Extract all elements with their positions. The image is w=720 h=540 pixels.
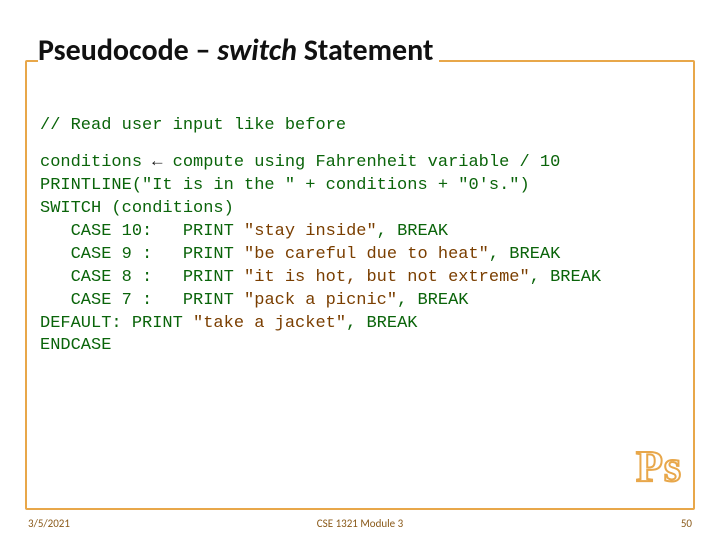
ps-badge: Ps [636,441,682,492]
footer: 3/5/2021 CSE 1321 Module 3 50 [0,517,720,530]
code-case-10: CASE 10: PRINT "stay inside", BREAK [40,221,684,244]
code-assign: conditions ← compute using Fahrenheit va… [40,152,684,175]
code-printline: PRINTLINE("It is in the " + conditions +… [40,175,684,198]
case-9-head: CASE 9 : PRINT [40,245,244,264]
case-8-head: CASE 8 : PRINT [40,268,244,287]
slide-title: Pseudocode – switch Statement [38,32,439,69]
code-endcase: ENDCASE [40,335,684,358]
case-7-head: CASE 7 : PRINT [40,291,244,310]
code-case-8: CASE 8 : PRINT "it is hot, but not extre… [40,267,684,290]
default-str: "take a jacket" [193,314,346,333]
case-10-tail: , BREAK [377,222,448,241]
assign-var: conditions [40,153,152,172]
code-comment: // Read user input like before [40,115,684,138]
title-pre: Pseudocode – [38,32,217,69]
slide: Pseudocode – switch Statement // Read us… [0,0,720,540]
default-head: DEFAULT: PRINT [40,314,193,333]
footer-page: 50 [681,517,692,530]
case-7-tail: , BREAK [397,291,468,310]
case-10-str: "stay inside" [244,222,377,241]
left-arrow-icon: ← [152,153,162,172]
case-10-head: CASE 10: PRINT [40,222,244,241]
title-italic: switch [217,32,297,69]
code-default: DEFAULT: PRINT "take a jacket", BREAK [40,313,684,336]
case-9-tail: , BREAK [489,245,560,264]
footer-date: 3/5/2021 [28,517,70,530]
code-case-7: CASE 7 : PRINT "pack a picnic", BREAK [40,290,684,313]
default-tail: , BREAK [346,314,417,333]
footer-center: CSE 1321 Module 3 [0,517,720,530]
pseudocode-block: // Read user input like before condition… [40,115,684,358]
case-8-tail: , BREAK [530,268,601,287]
blank-line [40,138,684,152]
case-9-str: "be careful due to heat" [244,245,489,264]
title-post: Statement [297,32,433,69]
assign-expr: compute using Fahrenheit variable / 10 [162,153,560,172]
case-7-str: "pack a picnic" [244,291,397,310]
code-switch: SWITCH (conditions) [40,198,684,221]
code-case-9: CASE 9 : PRINT "be careful due to heat",… [40,244,684,267]
case-8-str: "it is hot, but not extreme" [244,268,530,287]
